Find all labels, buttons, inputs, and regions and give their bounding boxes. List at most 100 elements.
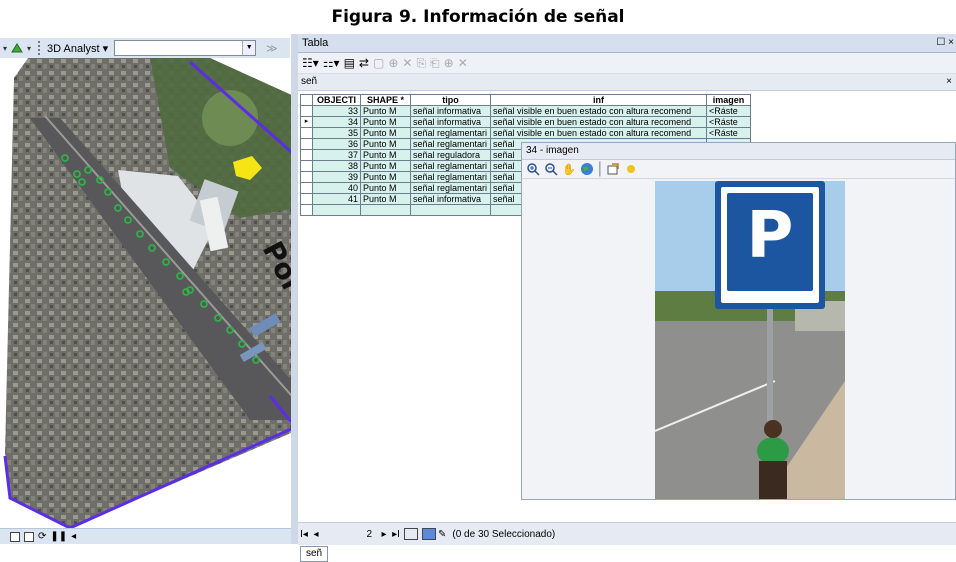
brightness-icon[interactable]: [624, 162, 638, 176]
dropdown-chevron-icon[interactable]: ▾: [24, 44, 34, 53]
empty-cell[interactable]: [300, 204, 313, 216]
table-cell-tipo[interactable]: señal reguladora: [410, 149, 491, 161]
table-cell-shape[interactable]: Punto M: [360, 193, 411, 205]
column-header[interactable]: inf: [490, 94, 707, 106]
bottom-table-tab[interactable]: señ: [300, 546, 329, 562]
row-selector-header[interactable]: [300, 94, 313, 106]
switch-selection-icon[interactable]: ⇄: [359, 56, 369, 70]
combo-arrow-icon[interactable]: ▼: [242, 41, 256, 55]
table-cell-id[interactable]: 39: [312, 171, 361, 183]
table-cell-tipo[interactable]: señal reglamentari: [410, 127, 491, 139]
table-cell-shape[interactable]: Punto M: [360, 138, 411, 150]
row-selector[interactable]: [300, 182, 313, 194]
map-canvas[interactable]: Por: [0, 58, 298, 528]
layout-view-icon[interactable]: [10, 531, 20, 542]
table-cell-shape[interactable]: Punto M: [360, 116, 411, 128]
table-cell-tipo[interactable]: señal reglamentari: [410, 182, 491, 194]
table-cell-inf[interactable]: señal visible en buen estado con altura …: [490, 105, 707, 117]
table-cell-tipo[interactable]: señal reglamentari: [410, 171, 491, 183]
maximize-icon[interactable]: ☐ ×: [936, 34, 954, 52]
table-cell-shape[interactable]: Punto M: [360, 105, 411, 117]
pan-hand-icon[interactable]: ✋: [562, 163, 576, 176]
empty-cell[interactable]: [312, 204, 361, 216]
table-cell-tipo[interactable]: señal reglamentari: [410, 160, 491, 172]
row-selector[interactable]: [300, 127, 313, 139]
table-cell-imagen[interactable]: <Ráste: [706, 105, 751, 117]
pause-icon[interactable]: ❚❚: [50, 531, 67, 542]
map-view[interactable]: Por: [0, 58, 298, 528]
table-cell-tipo[interactable]: señal informativa: [410, 116, 491, 128]
show-selected-records-icon[interactable]: [422, 528, 436, 540]
table-cell-tipo[interactable]: señal informativa: [410, 193, 491, 205]
current-record-field[interactable]: 2: [322, 529, 372, 540]
row-selector[interactable]: [300, 160, 313, 172]
edit-pencil-icon[interactable]: ✎: [438, 529, 446, 540]
last-record-icon[interactable]: ▸I: [390, 529, 402, 540]
row-selector[interactable]: [300, 138, 313, 150]
table-cell-imagen[interactable]: <Ráste: [706, 116, 751, 128]
table-cell-shape[interactable]: Punto M: [360, 160, 411, 172]
column-header[interactable]: SHAPE *: [360, 94, 411, 106]
refresh-icon[interactable]: ⟳: [38, 531, 46, 542]
delete-icon[interactable]: ✕: [458, 56, 468, 70]
column-header[interactable]: tipo: [410, 94, 491, 106]
zoom-out-icon[interactable]: [544, 162, 558, 176]
row-selector[interactable]: [300, 105, 313, 117]
column-header[interactable]: OBJECTI: [312, 94, 361, 106]
empty-cell[interactable]: [360, 204, 411, 216]
table-cell-id[interactable]: 37: [312, 149, 361, 161]
table-cell-id[interactable]: 40: [312, 182, 361, 194]
next-record-icon[interactable]: ▸: [378, 529, 390, 540]
table-options-icon[interactable]: ☷▾: [302, 56, 319, 70]
zoom-to-icon[interactable]: ⊕: [444, 56, 454, 70]
table-cell-id[interactable]: 36: [312, 138, 361, 150]
export-icon[interactable]: [606, 162, 620, 176]
table-cell-id[interactable]: 34: [312, 116, 361, 128]
table-cell-tipo[interactable]: señal reglamentari: [410, 138, 491, 150]
table-row[interactable]: 33 Punto Mseñal informativa señal visible …: [300, 105, 751, 117]
analyst-3d-label: 3D Analyst: [47, 42, 100, 55]
first-record-icon[interactable]: I◂: [298, 529, 310, 540]
table-cell-id[interactable]: 35: [312, 127, 361, 139]
toolbar-grip-icon[interactable]: [38, 41, 44, 55]
scroll-left-icon[interactable]: ◂: [71, 531, 76, 542]
paste-icon[interactable]: ⎗: [430, 56, 440, 71]
select-by-attributes-icon[interactable]: ▤: [344, 56, 355, 70]
table-row[interactable]: ▸ 34 Punto Mseñal informativa señal visible…: [300, 116, 751, 128]
row-selector[interactable]: [300, 171, 313, 183]
zoom-selected-icon[interactable]: ⊕: [388, 56, 398, 70]
row-selector[interactable]: ▸: [300, 116, 313, 128]
panel-splitter[interactable]: [291, 34, 298, 544]
delete-selected-icon[interactable]: ✕: [402, 56, 412, 70]
analyst-3d-button[interactable]: 3D Analyst ▾: [47, 42, 108, 55]
overflow-icon[interactable]: ≫: [266, 42, 278, 55]
table-cell-inf[interactable]: señal visible en buen estado con altura …: [490, 116, 707, 128]
table-row[interactable]: 35 Punto Mseñal reglamentari señal visible…: [300, 127, 751, 139]
table-cell-imagen[interactable]: <Ráste: [706, 127, 751, 139]
table-cell-shape[interactable]: Punto M: [360, 127, 411, 139]
table-cell-id[interactable]: 41: [312, 193, 361, 205]
zoom-in-icon[interactable]: [526, 162, 540, 176]
table-cell-inf[interactable]: señal visible en buen estado con altura …: [490, 127, 707, 139]
related-tables-icon[interactable]: ⚏▾: [323, 56, 340, 70]
editor-icon[interactable]: [10, 42, 24, 54]
data-view-icon[interactable]: [24, 531, 34, 542]
row-selector[interactable]: [300, 149, 313, 161]
table-cell-tipo[interactable]: señal informativa: [410, 105, 491, 117]
table-cell-shape[interactable]: Punto M: [360, 171, 411, 183]
table-cell-shape[interactable]: Punto M: [360, 182, 411, 194]
table-cell-id[interactable]: 33: [312, 105, 361, 117]
globe-icon[interactable]: [580, 162, 594, 176]
row-selector[interactable]: [300, 193, 313, 205]
show-all-records-icon[interactable]: [404, 528, 418, 540]
empty-cell[interactable]: [410, 204, 491, 216]
layer-combo[interactable]: ▼: [114, 40, 257, 56]
column-header[interactable]: imagen: [706, 94, 751, 106]
chevron-down-icon[interactable]: ▾: [0, 44, 10, 53]
copy-icon[interactable]: ⎘: [416, 56, 426, 71]
prev-record-icon[interactable]: ◂: [310, 529, 322, 540]
table-cell-shape[interactable]: Punto M: [360, 149, 411, 161]
table-cell-id[interactable]: 38: [312, 160, 361, 172]
clear-selection-icon[interactable]: ▢: [373, 56, 384, 70]
close-icon[interactable]: ×: [946, 74, 952, 90]
